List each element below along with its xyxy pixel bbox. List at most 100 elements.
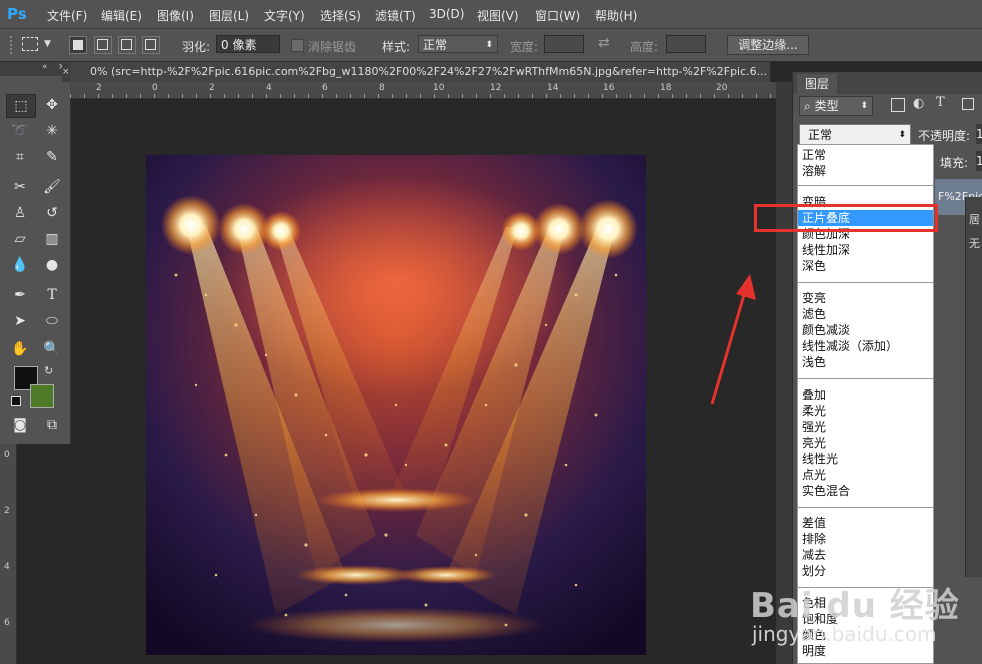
blend-mode-select[interactable]: 正常 ⬍ xyxy=(799,124,911,146)
rect-marquee-tool-icon[interactable]: ⬚ xyxy=(6,94,36,118)
feather-input[interactable]: 0 像素 xyxy=(216,35,280,53)
blend-option-linear-dodge[interactable]: 线性减淡（添加） xyxy=(802,338,898,354)
antialias-checkbox[interactable] xyxy=(291,39,304,52)
menu-file[interactable]: 文件(F) xyxy=(47,7,87,24)
menu-bar: Ps 文件(F) 编辑(E) 图像(I) 图层(L) 文字(Y) 选择(S) 滤… xyxy=(0,0,982,29)
blend-option-normal[interactable]: 正常 xyxy=(802,147,826,163)
quick-mask-icon[interactable]: ◙ xyxy=(6,414,34,436)
blend-option-color-dodge[interactable]: 颜色减淡 xyxy=(802,322,850,338)
rect-marquee-preset-icon[interactable] xyxy=(22,37,38,51)
refine-edge-button[interactable]: 调整边缘... xyxy=(727,35,809,55)
menu-view[interactable]: 视图(V) xyxy=(477,7,519,24)
baidu-watermark-logo: Bai du 经验 xyxy=(750,586,960,626)
blend-option-overlay[interactable]: 叠加 xyxy=(802,387,826,403)
menu-window[interactable]: 窗口(W) xyxy=(535,7,580,24)
menu-help[interactable]: 帮助(H) xyxy=(595,7,637,24)
hand-tool-icon[interactable]: ✋ xyxy=(6,338,34,360)
ruler-label: 10 xyxy=(433,83,445,93)
blend-option-lighten[interactable]: 变亮 xyxy=(802,290,826,306)
document-title: 0% (src=http-%2F%2Fpic.616pic.com%2Fbg_w… xyxy=(90,65,768,78)
blend-option-soft-light[interactable]: 柔光 xyxy=(802,403,826,419)
blur-tool-icon[interactable]: 💧 xyxy=(6,254,34,276)
photoshop-logo: Ps xyxy=(7,5,27,23)
magic-wand-tool-icon[interactable]: ✳ xyxy=(38,120,66,142)
updown-arrow-icon: ⬍ xyxy=(860,101,868,111)
blend-option-darker-color[interactable]: 深色 xyxy=(802,258,826,274)
crop-tool-icon[interactable]: ⌗ xyxy=(6,146,34,168)
submenu-item[interactable]: 居 xyxy=(969,211,980,227)
zoom-tool-icon[interactable]: 🔍 xyxy=(38,338,66,360)
healing-brush-tool-icon[interactable]: ✂ xyxy=(6,176,34,198)
default-colors-icon[interactable] xyxy=(11,396,21,406)
filter-shape-icon[interactable] xyxy=(962,98,974,110)
menu-select[interactable]: 选择(S) xyxy=(320,7,361,24)
swap-colors-icon[interactable]: ↻ xyxy=(44,364,53,377)
blend-option-linear-light[interactable]: 线性光 xyxy=(802,451,838,467)
background-color-swatch[interactable] xyxy=(30,384,54,408)
blend-option-pin-light[interactable]: 点光 xyxy=(802,467,826,483)
chevron-down-icon[interactable]: ▼ xyxy=(44,39,51,49)
ruler-label: 18 xyxy=(660,83,672,93)
eyedropper-tool-icon[interactable]: ✎ xyxy=(38,146,66,168)
blend-option-dissolve[interactable]: 溶解 xyxy=(802,163,826,179)
history-brush-tool-icon[interactable]: ↺ xyxy=(38,202,66,224)
width-label: 宽度: xyxy=(510,40,539,54)
blend-option-exclusion[interactable]: 排除 xyxy=(802,531,826,547)
blend-option-difference[interactable]: 差值 xyxy=(802,515,826,531)
blend-option-screen[interactable]: 滤色 xyxy=(802,306,826,322)
blend-option-hard-light[interactable]: 强光 xyxy=(802,419,826,435)
tab-close-icon[interactable]: × xyxy=(62,62,70,82)
lasso-tool-icon[interactable]: ➰ xyxy=(6,120,34,142)
stage-lights-image xyxy=(146,155,646,655)
blend-option-divide[interactable]: 划分 xyxy=(802,563,826,579)
blend-option-lighter-color[interactable]: 浅色 xyxy=(802,354,826,370)
vertical-scrollbar[interactable] xyxy=(776,82,792,664)
new-selection-icon[interactable] xyxy=(69,36,87,54)
filter-adjustment-icon[interactable]: ◐ xyxy=(913,96,924,111)
options-bar: ▼ 羽化: 0 像素 消除锯齿 样式: 正常 ⬍ 宽度: ⇄ 高度: 调整边缘.… xyxy=(0,29,982,62)
height-input[interactable] xyxy=(666,35,706,53)
eraser-tool-icon[interactable]: ▱ xyxy=(6,228,34,250)
blend-option-subtract[interactable]: 减去 xyxy=(802,547,826,563)
style-select[interactable]: 正常 ⬍ xyxy=(418,35,498,53)
width-input[interactable] xyxy=(544,35,584,53)
move-tool-icon[interactable]: ✥ xyxy=(38,94,66,116)
dodge-tool-icon[interactable]: ● xyxy=(38,254,66,276)
menu-type[interactable]: 文字(Y) xyxy=(264,7,305,24)
type-tool-icon[interactable]: T xyxy=(38,284,66,306)
subtract-selection-icon[interactable] xyxy=(118,36,136,54)
grip-handle[interactable] xyxy=(10,36,14,54)
filter-pixel-icon[interactable] xyxy=(891,98,905,112)
ruler-label: 20 xyxy=(716,83,728,93)
add-selection-icon[interactable] xyxy=(94,36,112,54)
layer-filter-select[interactable]: ⌕ 类型 ⬍ xyxy=(799,96,873,116)
menu-3d[interactable]: 3D(D) xyxy=(429,7,464,21)
toolbox-panel: « × ⬚ ✥ ➰ ✳ ⌗ ✎ ✂ 🖌 ♙ ↺ ▱ ▥ 💧 ● ✒ T ➤ ⬭ … xyxy=(0,62,71,444)
ellipse-tool-icon[interactable]: ⬭ xyxy=(38,310,66,332)
tab-layers[interactable]: 图层 xyxy=(797,74,837,94)
menu-edit[interactable]: 编辑(E) xyxy=(101,7,142,24)
filter-type-icon[interactable]: T xyxy=(936,95,945,110)
brush-tool-icon[interactable]: 🖌 xyxy=(38,176,66,198)
blend-option-linear-burn[interactable]: 线性加深 xyxy=(802,242,850,258)
fill-input[interactable]: 1 xyxy=(976,151,982,171)
swap-arrows-icon[interactable]: ⇄ xyxy=(598,35,610,51)
gradient-tool-icon[interactable]: ▥ xyxy=(38,228,66,250)
opacity-input[interactable]: 1 xyxy=(976,124,982,144)
menu-filter[interactable]: 滤镜(T) xyxy=(375,7,416,24)
path-selection-tool-icon[interactable]: ➤ xyxy=(6,310,34,332)
ruler-label: 6 xyxy=(322,83,328,93)
collapse-icon[interactable]: « xyxy=(42,62,48,72)
submenu-item[interactable]: 无 xyxy=(969,235,980,251)
clone-stamp-tool-icon[interactable]: ♙ xyxy=(6,202,34,224)
pen-tool-icon[interactable]: ✒ xyxy=(6,284,34,306)
blend-option-hard-mix[interactable]: 实色混合 xyxy=(802,483,850,499)
menu-layer[interactable]: 图层(L) xyxy=(209,7,249,24)
document-canvas[interactable] xyxy=(146,155,646,655)
intersect-selection-icon[interactable] xyxy=(142,36,160,54)
document-tab[interactable]: 0% (src=http-%2F%2Fpic.616pic.com%2Fbg_w… xyxy=(70,62,770,82)
blend-option-vivid-light[interactable]: 亮光 xyxy=(802,435,826,451)
menu-image[interactable]: 图像(I) xyxy=(157,7,194,24)
toolbox-header[interactable]: « × xyxy=(0,62,70,76)
screen-mode-icon[interactable]: ⧉ xyxy=(38,414,66,436)
